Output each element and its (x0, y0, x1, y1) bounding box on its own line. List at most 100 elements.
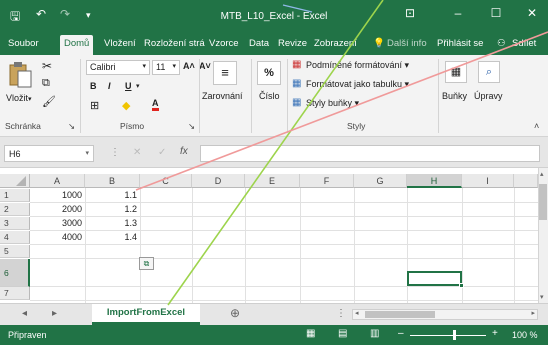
next-sheet-icon[interactable]: ▸ (52, 308, 57, 319)
horizontal-scroll-thumb[interactable] (365, 311, 435, 318)
insert-function-icon[interactable]: fx (180, 146, 188, 157)
scroll-down-icon[interactable]: ▾ (540, 293, 544, 301)
bold-button[interactable]: B (90, 81, 97, 91)
cell-styles-button[interactable]: Styly buňky ▾ (306, 98, 359, 109)
row-header-4[interactable]: 4 (0, 231, 30, 244)
normal-view-icon[interactable]: ▦ (306, 328, 315, 339)
vertical-scroll-thumb[interactable] (539, 184, 547, 220)
tab-page-layout[interactable]: Rozložení strá (144, 38, 205, 49)
conditional-formatting-button[interactable]: Podmíněné formátování ▾ (306, 60, 409, 71)
worksheet-grid[interactable]: A B C D E F G H I 1 2 3 4 5 6 7 1000 1.1… (0, 168, 548, 303)
maximize-button[interactable]: ☐ (486, 6, 506, 20)
paste-options-icon[interactable]: ⧉ (139, 257, 154, 270)
column-header-e[interactable]: E (245, 174, 300, 188)
page-break-view-icon[interactable]: ▥ (370, 328, 379, 339)
column-header-f[interactable]: F (300, 174, 354, 188)
scroll-left-icon[interactable]: ◂ (355, 309, 359, 317)
column-header-b[interactable]: B (85, 174, 140, 188)
tab-home[interactable]: Domů (60, 35, 94, 55)
alignment-button[interactable]: Zarovnání (202, 91, 243, 101)
share-button[interactable]: Sdílet (512, 38, 536, 49)
column-header-g[interactable]: G (354, 174, 407, 188)
formula-input[interactable] (200, 145, 540, 162)
row-header-3[interactable]: 3 (0, 217, 30, 230)
zoom-in-button[interactable]: + (492, 328, 498, 339)
paste-dropdown-icon[interactable]: ▾ (28, 95, 32, 103)
tab-formulas[interactable]: Vzorce (209, 38, 239, 49)
search-icon[interactable]: ⌕ (478, 61, 500, 83)
format-painter-icon[interactable]: 🖌 (42, 95, 56, 108)
format-as-table-button[interactable]: Formátovat jako tabulku ▾ (306, 79, 409, 90)
name-box[interactable]: H6 ▾ (4, 145, 94, 162)
cell-a2[interactable]: 2000 (30, 203, 85, 216)
scroll-up-icon[interactable]: ▴ (540, 170, 544, 178)
tab-split-handle[interactable]: ⋮ (336, 308, 346, 319)
ribbon-display-icon[interactable]: ⊡ (400, 6, 420, 20)
cells-button[interactable]: Buňky (442, 91, 467, 101)
scroll-right-icon[interactable]: ▸ (531, 309, 535, 317)
active-cell-h6[interactable] (407, 271, 464, 288)
zoom-level[interactable]: 100 % (512, 330, 538, 340)
minimize-button[interactable]: ‒ (448, 6, 468, 20)
fill-handle[interactable] (459, 283, 464, 288)
vertical-scrollbar[interactable]: ▴ ▾ (538, 168, 548, 303)
tab-review[interactable]: Revize (278, 38, 307, 49)
tab-view[interactable]: Zobrazení (314, 38, 357, 49)
share-icon[interactable]: ⚇ (497, 38, 506, 49)
row-header-6[interactable]: 6 (0, 259, 30, 287)
editing-button[interactable]: Úpravy (474, 91, 503, 101)
sheet-tab-importfromexcel[interactable]: ImportFromExcel (92, 304, 200, 325)
tab-file[interactable]: Soubor (8, 38, 39, 49)
paste-button[interactable]: Vložit (6, 93, 28, 103)
cell-a4[interactable]: 4000 (30, 231, 85, 244)
alignment-icon[interactable]: ≡ (213, 61, 237, 85)
cell-b1[interactable]: 1.1 (85, 189, 140, 202)
close-button[interactable]: ✕ (522, 6, 542, 20)
row-header-7[interactable]: 7 (0, 287, 30, 300)
prev-sheet-icon[interactable]: ◂ (22, 308, 27, 319)
cell-a3[interactable]: 3000 (30, 217, 85, 230)
cancel-icon[interactable]: ✕ (133, 147, 141, 158)
cell-a1[interactable]: 1000 (30, 189, 85, 202)
horizontal-scrollbar[interactable]: ◂ ▸ (352, 309, 538, 320)
cell-b3[interactable]: 1.3 (85, 217, 140, 230)
clipboard-launcher-icon[interactable]: ↘ (68, 121, 75, 132)
number-button[interactable]: Číslo (259, 91, 280, 101)
cell-b2[interactable]: 1.2 (85, 203, 140, 216)
enter-icon[interactable]: ✓ (158, 147, 166, 158)
underline-dropdown-icon[interactable]: ▾ (136, 82, 140, 90)
page-layout-view-icon[interactable]: ▤ (338, 328, 347, 339)
fill-color-icon[interactable]: ◆ (122, 99, 130, 112)
zoom-out-button[interactable]: – (398, 328, 404, 339)
column-header-j[interactable] (514, 174, 538, 188)
paste-icon[interactable] (8, 61, 34, 89)
tab-insert[interactable]: Vložení (104, 38, 136, 49)
tab-data[interactable]: Data (249, 38, 269, 49)
tell-me-search[interactable]: Další info (387, 38, 427, 49)
zoom-slider-knob[interactable] (453, 330, 456, 340)
row-header-1[interactable]: 1 (0, 189, 30, 202)
borders-icon[interactable]: ⊞ (90, 99, 99, 112)
row-header-2[interactable]: 2 (0, 203, 30, 216)
column-header-d[interactable]: D (192, 174, 245, 188)
row-header-5[interactable]: 5 (0, 245, 30, 258)
cells-icon[interactable]: ▦ (445, 61, 467, 83)
font-color-button[interactable]: A (152, 99, 159, 111)
font-launcher-icon[interactable]: ↘ (188, 121, 195, 132)
font-name-select[interactable]: Calibri ▾ (86, 60, 150, 75)
number-format-icon[interactable]: % (257, 61, 281, 85)
zoom-slider[interactable] (410, 335, 486, 336)
collapse-ribbon-icon[interactable]: ˄ (534, 121, 539, 131)
select-all-corner[interactable] (0, 174, 30, 188)
grow-font-button[interactable]: A˄ (183, 61, 195, 71)
copy-icon[interactable]: ⧉ (42, 77, 50, 90)
column-header-i[interactable]: I (462, 174, 514, 188)
column-header-h[interactable]: H (407, 174, 462, 188)
add-sheet-button[interactable]: ⊕ (230, 306, 240, 320)
font-size-select[interactable]: 11 ▾ (152, 60, 180, 75)
sign-in-link[interactable]: Přihlásit se (437, 38, 483, 49)
italic-button[interactable]: I (108, 81, 111, 91)
shrink-font-button[interactable]: A˅ (199, 61, 211, 71)
column-header-c[interactable]: C (140, 174, 192, 188)
column-header-a[interactable]: A (30, 174, 85, 188)
